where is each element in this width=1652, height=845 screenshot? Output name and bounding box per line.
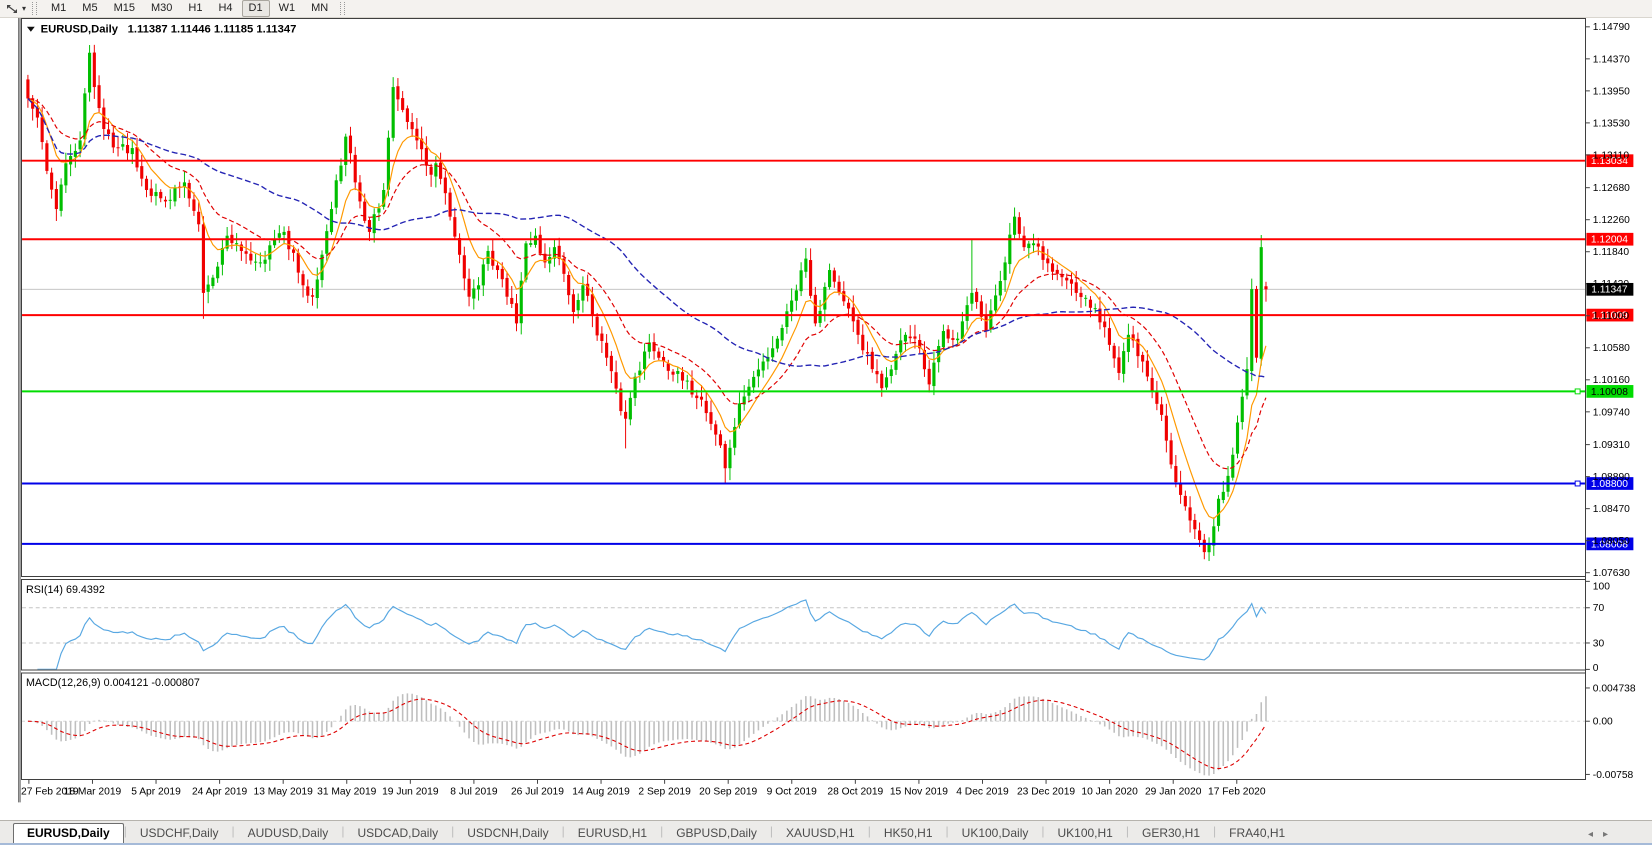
tab-usdchf-daily[interactable]: USDCHF,Daily (127, 824, 232, 843)
date-tick: 19 Jun 2019 (382, 787, 439, 798)
date-tick: 23 Dec 2019 (1017, 787, 1075, 798)
rsi-label: RSI(14) 69.4392 (26, 584, 105, 596)
bid-price-value: 1.11347 (1591, 285, 1628, 296)
tab-scroll-left-icon[interactable]: ◂ (1588, 829, 1603, 840)
tab-ger30-h1[interactable]: GER30,H1 (1129, 824, 1213, 843)
date-tick: 2 Sep 2019 (638, 787, 691, 798)
toolbar-separator (32, 2, 38, 15)
tab-eurusd-daily[interactable]: EURUSD,Daily (13, 823, 124, 844)
timeframe-button-h4[interactable]: H4 (211, 0, 239, 17)
tab-gbpusd-daily[interactable]: GBPUSD,Daily (663, 824, 770, 843)
date-tick: 5 Apr 2019 (131, 787, 181, 798)
price-tick: 1.08890 (1593, 472, 1630, 483)
price-tick: 1.13950 (1593, 86, 1630, 97)
mt4-window: ▾ M1 M5 M15 M30 H1 H4 D1 W1 MN 1.13034 1.12004 1.1… (0, 0, 1652, 845)
timeframe-button-m15[interactable]: M15 (107, 0, 142, 17)
tab-usdcnh-daily[interactable]: USDCNH,Daily (454, 824, 561, 843)
price-tick: 1.08470 (1593, 504, 1630, 515)
date-tick: 8 Jul 2019 (450, 787, 498, 798)
tab-xauusd-h1[interactable]: XAUUSD,H1 (773, 824, 868, 843)
date-tick: 18 Mar 2019 (64, 787, 122, 798)
hline-handle[interactable] (1574, 480, 1581, 487)
price-tick: 1.10160 (1593, 375, 1630, 386)
price-tick: 1.07630 (1593, 568, 1630, 579)
date-tick: 24 Apr 2019 (192, 787, 248, 798)
date-axis[interactable]: 27 Feb 201918 Mar 2019 5 Apr 2019 24 Apr 2… (21, 779, 1266, 798)
rsi-tick: 70 (1593, 603, 1605, 614)
tab-fra40-h1[interactable]: FRA40,H1 (1216, 824, 1298, 843)
tab-scroll-arrows[interactable]: ◂▸ (1588, 829, 1618, 840)
timeframe-button-m30[interactable]: M30 (144, 0, 179, 17)
timeframe-button-w1[interactable]: W1 (272, 0, 303, 17)
timeframe-button-d1[interactable]: D1 (241, 0, 270, 17)
hline-handle[interactable] (1574, 388, 1581, 395)
tab-usdcad-daily[interactable]: USDCAD,Daily (344, 824, 451, 843)
timeframe-button-m5[interactable]: M5 (75, 0, 104, 17)
macd-tick: 0.004738 (1593, 683, 1636, 694)
date-tick: 31 May 2019 (317, 787, 377, 798)
price-tick: 1.10580 (1593, 343, 1630, 354)
timeframe-button-h1[interactable]: H1 (181, 0, 209, 17)
tab-hk50-h1[interactable]: HK50,H1 (871, 824, 946, 843)
tab-scroll-right-icon[interactable]: ▸ (1603, 829, 1618, 840)
date-tick: 14 Aug 2019 (572, 787, 630, 798)
chart-title-symbol: EURUSD,Daily (41, 24, 119, 36)
rsi-panel (21, 578, 1586, 671)
price-tick: 1.13530 (1593, 118, 1630, 129)
date-tick: 4 Dec 2019 (956, 787, 1009, 798)
macd-tick: -0.00758 (1593, 770, 1634, 781)
rsi-tick: 0 (1593, 663, 1599, 674)
price-tick: 1.09310 (1593, 440, 1630, 451)
price-tick: 1.11000 (1593, 311, 1630, 322)
main-panel (21, 18, 1586, 577)
tab-uk100-daily[interactable]: UK100,Daily (949, 824, 1042, 843)
date-tick: 13 May 2019 (254, 787, 314, 798)
rsi-tick: 30 (1593, 638, 1605, 649)
tab-eurusd-h1[interactable]: EURUSD,H1 (565, 824, 660, 843)
timeframe-button-m1[interactable]: M1 (44, 0, 73, 17)
date-tick: 10 Jan 2020 (1081, 787, 1138, 798)
date-tick: 9 Oct 2019 (767, 787, 817, 798)
rsi-tick: 100 (1593, 582, 1610, 593)
date-tick: 15 Nov 2019 (890, 787, 948, 798)
price-axis-labels: 1.14790 1.14370 1.13950 1.13530 1.13110 1.126… (1585, 22, 1636, 781)
hline-price-label: 1.12004 (1591, 235, 1628, 246)
price-tick: 1.14790 (1593, 22, 1630, 33)
timeframe-button-mn[interactable]: MN (304, 0, 335, 17)
timeframe-buttons: M1 M5 M15 M30 H1 H4 D1 W1 MN (44, 0, 337, 17)
macd-tick: 0.00 (1593, 717, 1613, 728)
date-tick: 20 Sep 2019 (699, 787, 757, 798)
price-tick: 1.13110 (1593, 150, 1630, 161)
date-tick: 29 Jan 2020 (1145, 787, 1202, 798)
price-tick: 1.09740 (1593, 407, 1630, 418)
hline-price-label: 1.10008 (1591, 387, 1628, 398)
chevron-down-icon[interactable]: ▾ (22, 4, 26, 13)
toolbar-separator (340, 2, 346, 15)
tab-uk100-h1[interactable]: UK100,H1 (1044, 824, 1125, 843)
date-tick: 26 Jul 2019 (511, 787, 564, 798)
price-tick: 1.11840 (1593, 247, 1630, 258)
price-tick: 1.14370 (1593, 54, 1630, 65)
chart-tab-bar: EURUSD,Daily | USDCHF,Daily | AUDUSD,Daily | U… (0, 820, 1652, 844)
tab-audusd-daily[interactable]: AUDUSD,Daily (235, 824, 342, 843)
date-tick: 28 Oct 2019 (827, 787, 883, 798)
date-tick: 17 Feb 2020 (1208, 787, 1266, 798)
chart-title-ohlc: 1.11387 1.11446 1.11185 1.11347 (128, 24, 297, 36)
price-chart: 1.130341.120041.110091.100081.088001.080… (18, 18, 1636, 803)
price-tick: 1.08050 (1593, 536, 1630, 547)
timeframe-toolbar: ▾ M1 M5 M15 M30 H1 H4 D1 W1 MN (0, 0, 1652, 18)
price-tick: 1.12260 (1593, 215, 1630, 226)
chart-cursor-icon[interactable] (5, 3, 19, 15)
macd-label: MACD(12,26,9) 0.004121 -0.000807 (26, 677, 200, 689)
price-tick: 1.12680 (1593, 183, 1630, 194)
